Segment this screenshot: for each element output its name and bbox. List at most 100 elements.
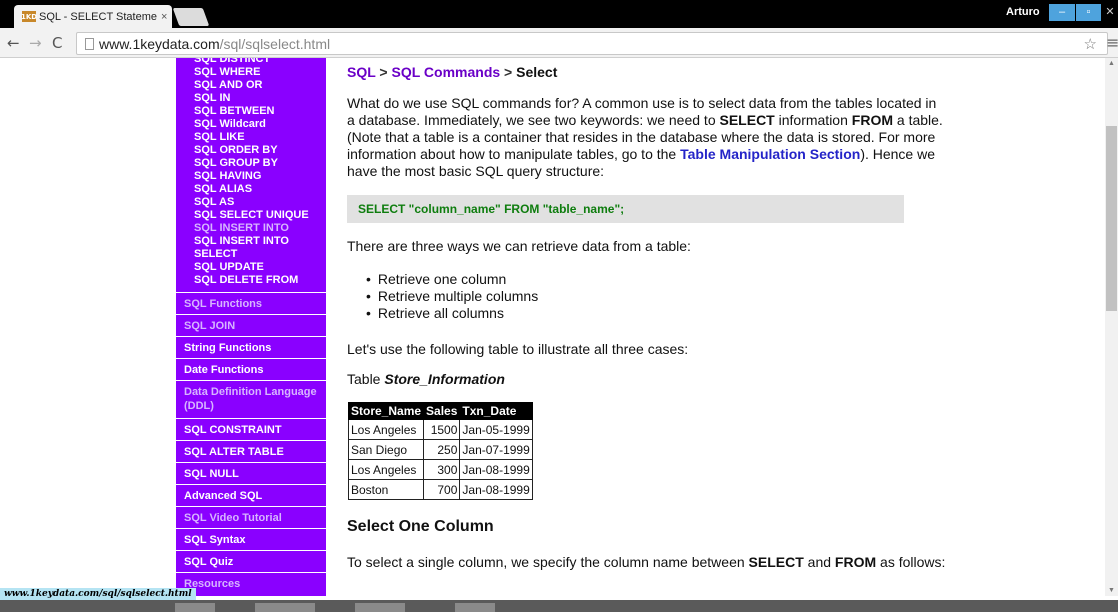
ways-intro: There are three ways we can retrieve dat… (347, 238, 691, 254)
sidebar-item[interactable]: SQL WHERE (176, 66, 326, 79)
sidebar-item[interactable]: SQL GROUP BY (176, 157, 326, 170)
table-row: Los Angeles 1500 Jan-05-1999 (347, 419, 533, 440)
table-header-row: Store_Name Sales Txn_Date (347, 402, 533, 420)
table-cell: 1500 (423, 419, 461, 440)
list-item: Retrieve one column (366, 271, 538, 288)
table-cell: Jan-07-1999 (459, 439, 533, 460)
table-title: Table Store_Information (347, 371, 505, 387)
tab-title: SQL - SELECT Statement | (39, 10, 157, 23)
list-item: Retrieve all columns (366, 305, 538, 322)
list-item: Retrieve multiple columns (366, 288, 538, 305)
table-row: San Diego 250 Jan-07-1999 (347, 439, 533, 460)
sidebar-item[interactable]: SQL SELECT UNIQUE (176, 209, 326, 222)
table-cell: 300 (423, 459, 461, 480)
sidebar-section[interactable]: Advanced SQL (176, 484, 326, 506)
tab-close-icon[interactable]: × (161, 11, 167, 23)
breadcrumb-separator: > (504, 64, 513, 80)
taskbar-item[interactable] (355, 603, 405, 612)
sidebar-section[interactable]: Data Definition Language (DDL) (176, 380, 326, 418)
table-cell: Jan-05-1999 (459, 419, 533, 440)
sidebar-item[interactable]: SQL DELETE FROM (176, 274, 326, 287)
sidebar-section[interactable]: Date Functions (176, 358, 326, 380)
section-list: SQL Functions SQL JOIN String Functions Dat… (176, 292, 326, 594)
reload-icon[interactable]: C (52, 34, 62, 52)
sidebar-item[interactable]: SQL HAVING (176, 170, 326, 183)
column-header: Sales (423, 402, 461, 420)
keyword-from: FROM (834, 554, 877, 570)
ways-list: Retrieve one column Retrieve multiple co… (347, 271, 538, 322)
sidebar-item[interactable]: SQL DISTINCT (176, 58, 326, 66)
sidebar-section[interactable]: String Functions (176, 336, 326, 358)
taskbar-item[interactable] (255, 603, 315, 612)
sidebar-item[interactable]: SQL AND OR (176, 79, 326, 92)
url-host: www.1keydata.com (99, 35, 220, 52)
sidebar-item[interactable]: SQL LIKE (176, 131, 326, 144)
sidebar-section[interactable]: SQL CONSTRAINT (176, 418, 326, 440)
main-content: SQL > SQL Commands > Select What do we u… (347, 58, 1087, 596)
breadcrumb-sql-link[interactable]: SQL (347, 64, 376, 80)
table-manipulation-link[interactable]: Table Manipulation Section (680, 146, 860, 162)
sidebar-section[interactable]: SQL NULL (176, 462, 326, 484)
sidebar-item[interactable]: SQL UPDATE (176, 261, 326, 274)
sidebar-section[interactable]: SQL JOIN (176, 314, 326, 336)
sidebar-item[interactable]: SQL AS (176, 196, 326, 209)
sidebar-item[interactable]: SELECT (176, 248, 326, 261)
browser-tab[interactable]: 1KD SQL - SELECT Statement | × (14, 5, 172, 28)
scrollbar-thumb[interactable] (1106, 126, 1117, 311)
sidebar-nav: SQL DISTINCT SQL WHERE SQL AND OR SQL IN SQL… (176, 58, 326, 596)
table-row: Boston 700 Jan-08-1999 (347, 479, 533, 500)
intro-paragraph: What do we use SQL commands for? A commo… (347, 95, 947, 180)
breadcrumb-separator: > (379, 64, 388, 80)
forward-icon[interactable]: → (29, 34, 42, 52)
keyword-select: SELECT (748, 554, 804, 570)
sidebar-item[interactable]: SQL Wildcard (176, 118, 326, 131)
profile-name[interactable]: Arturo (1006, 6, 1040, 18)
browser-menu-icon[interactable]: ≡ (1106, 33, 1118, 52)
table-cell: Los Angeles (347, 419, 425, 440)
scroll-down-icon[interactable]: ▼ (1108, 587, 1115, 594)
sidebar-section[interactable]: SQL Syntax (176, 528, 326, 550)
table-cell: San Diego (347, 439, 425, 460)
column-header: Store_Name (347, 402, 425, 420)
bookmark-star-icon[interactable]: ☆ (1084, 35, 1097, 53)
minimize-button[interactable]: – (1049, 4, 1075, 21)
table-cell: 250 (423, 439, 461, 460)
table-cell: Jan-08-1999 (459, 459, 533, 480)
taskbar-item[interactable] (455, 603, 495, 612)
address-bar[interactable]: www.1keydata.com /sql/sqlselect.html ☆ (76, 32, 1108, 55)
table-row: Los Angeles 300 Jan-08-1999 (347, 459, 533, 480)
breadcrumb-sql-commands-link[interactable]: SQL Commands (392, 64, 501, 80)
taskbar-item[interactable] (175, 603, 215, 612)
breadcrumb: SQL > SQL Commands > Select (347, 64, 557, 80)
section-heading: Select One Column (347, 518, 494, 535)
sidebar-section[interactable]: Resources (176, 572, 326, 594)
sidebar-item[interactable]: SQL ORDER BY (176, 144, 326, 157)
sidebar-section[interactable]: SQL Video Tutorial (176, 506, 326, 528)
sidebar-item[interactable]: SQL ALIAS (176, 183, 326, 196)
site-favicon-icon: 1KD (20, 11, 38, 22)
sidebar-item[interactable]: SQL INSERT INTO (176, 235, 326, 248)
url-path: /sql/sqlselect.html (219, 35, 331, 52)
sidebar-section[interactable]: SQL Functions (176, 292, 326, 314)
sidebar-item[interactable]: SQL INSERT INTO (176, 222, 326, 235)
sidebar-section[interactable]: SQL ALTER TABLE (176, 440, 326, 462)
keyword-select: SELECT (719, 112, 775, 128)
breadcrumb-current: Select (516, 64, 558, 80)
store-information-table: Store_Name Sales Txn_Date Los Angeles 150… (347, 402, 533, 500)
maximize-button[interactable]: ▫ (1076, 4, 1101, 21)
table-cell: 700 (423, 479, 461, 500)
new-tab-button[interactable] (172, 8, 210, 26)
scroll-up-icon[interactable]: ▲ (1108, 60, 1115, 67)
table-name: Store_Information (384, 371, 505, 387)
close-window-button[interactable]: ✕ (1102, 4, 1118, 21)
back-icon[interactable]: ← (7, 34, 20, 52)
keyword-from: FROM (851, 112, 893, 128)
sidebar-item[interactable]: SQL BETWEEN (176, 105, 326, 118)
sidebar-section[interactable]: SQL Quiz (176, 550, 326, 572)
title-bar: 1KD SQL - SELECT Statement | × Arturo – … (0, 0, 1118, 28)
sidebar-item[interactable]: SQL IN (176, 92, 326, 105)
code-block: SELECT "column_name" FROM "table_name"; (347, 195, 904, 223)
page-scrollbar[interactable]: ▲ ▼ (1105, 58, 1118, 596)
body-text: To select a single column, we specify th… (347, 554, 749, 570)
sql-commands-list: SQL DISTINCT SQL WHERE SQL AND OR SQL IN SQL… (176, 58, 326, 287)
